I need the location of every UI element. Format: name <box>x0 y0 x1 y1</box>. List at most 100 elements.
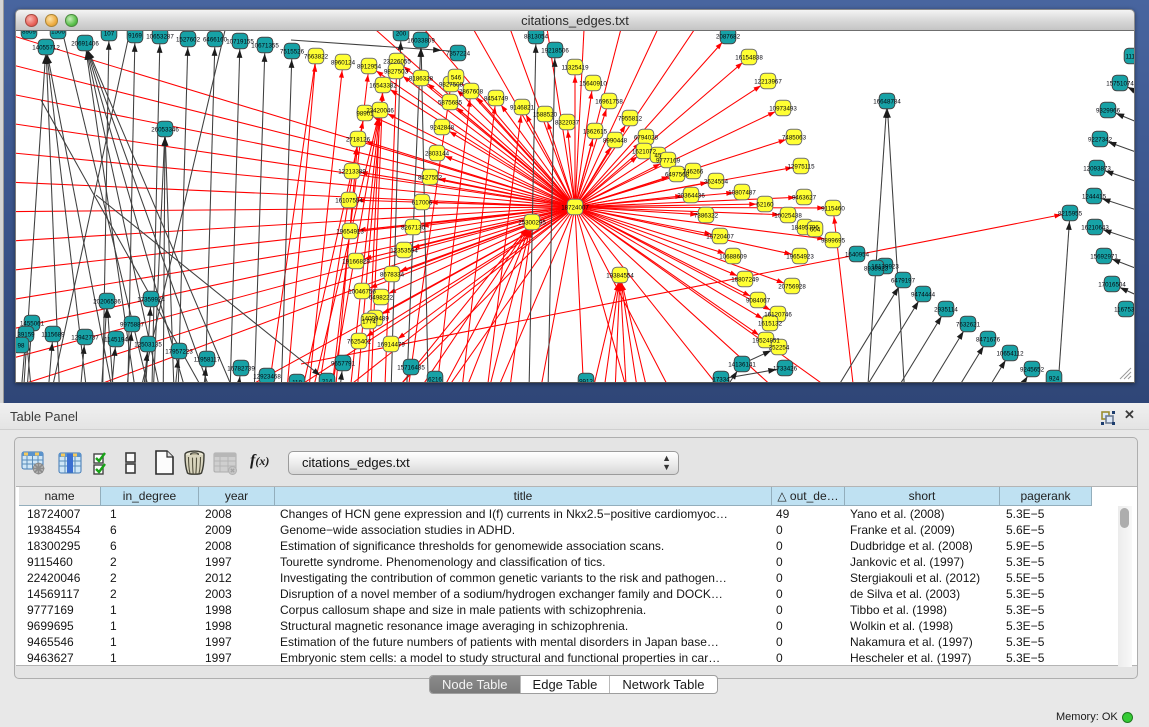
svg-text:16782739: 16782739 <box>227 366 255 373</box>
svg-text:6498222: 6498222 <box>369 295 394 302</box>
svg-text:9169: 9169 <box>128 33 142 40</box>
svg-text:10025438: 10025438 <box>774 213 802 220</box>
svg-text:1588520: 1588520 <box>533 112 558 119</box>
svg-text:7515526: 7515526 <box>280 49 305 56</box>
svg-text:1244415: 1244415 <box>1082 194 1107 201</box>
svg-text:7955812: 7955812 <box>618 116 643 123</box>
svg-text:1145194: 1145194 <box>104 337 128 344</box>
svg-text:19654923: 19654923 <box>786 254 814 261</box>
svg-text:20364436: 20364436 <box>677 193 705 200</box>
svg-text:8454749: 8454749 <box>484 96 509 103</box>
svg-text:16961758: 16961758 <box>595 99 623 106</box>
svg-text:12093873: 12093873 <box>1083 166 1111 173</box>
svg-text:7485063: 7485063 <box>782 135 807 142</box>
svg-text:12213967: 12213967 <box>754 79 782 86</box>
svg-text:15716485: 15716485 <box>397 365 425 372</box>
svg-text:12923468: 12923468 <box>253 374 281 381</box>
svg-text:8990448: 8990448 <box>603 138 628 145</box>
svg-text:10719155: 10719155 <box>226 39 254 46</box>
svg-text:62160: 62160 <box>756 202 774 209</box>
svg-text:10653287: 10653287 <box>146 34 174 41</box>
svg-text:1733426: 1733426 <box>773 366 798 373</box>
svg-text:10973493: 10973493 <box>769 106 797 113</box>
svg-text:10671355: 10671355 <box>251 43 279 50</box>
svg-text:8813054: 8813054 <box>524 34 549 41</box>
svg-text:8909: 8909 <box>22 31 36 36</box>
svg-text:8322037: 8322037 <box>555 120 580 127</box>
svg-text:6794028: 6794028 <box>634 135 659 142</box>
svg-text:8960124: 8960124 <box>331 60 356 67</box>
svg-text:1615132: 1615132 <box>758 321 783 328</box>
svg-text:6466160: 6466160 <box>203 37 228 44</box>
svg-text:1774: 1774 <box>362 319 376 326</box>
svg-text:6497568: 6497568 <box>665 172 690 179</box>
svg-text:6479197: 6479197 <box>891 278 916 285</box>
svg-text:252254: 252254 <box>769 345 790 352</box>
svg-text:7357224: 7357224 <box>446 51 471 58</box>
svg-text:18807249: 18807249 <box>731 277 759 284</box>
svg-text:546: 546 <box>451 75 462 82</box>
svg-text:25300295: 25300295 <box>518 220 546 227</box>
svg-text:19524851: 19524851 <box>752 338 780 345</box>
svg-text:1640954: 1640954 <box>845 252 870 259</box>
svg-text:1112: 1112 <box>1126 54 1134 61</box>
svg-text:16914479: 16914479 <box>377 342 405 349</box>
svg-text:118: 118 <box>292 380 302 382</box>
svg-text:1527602: 1527602 <box>176 37 201 44</box>
svg-text:12353594: 12353594 <box>390 248 418 255</box>
svg-text:9242848: 9242848 <box>430 125 455 132</box>
svg-text:9463627: 9463627 <box>792 195 817 202</box>
svg-text:14136141: 14136141 <box>728 362 756 369</box>
svg-text:15751074: 15751074 <box>1106 81 1134 88</box>
svg-text:15692971: 15692971 <box>1090 254 1118 261</box>
svg-text:16154838: 16154838 <box>735 55 763 62</box>
svg-text:17016504: 17016504 <box>1098 282 1126 289</box>
svg-text:2718126: 2718126 <box>346 137 371 144</box>
svg-text:23226055: 23226055 <box>383 59 411 66</box>
svg-text:19218506: 19218506 <box>541 48 569 55</box>
svg-text:10807487: 10807487 <box>728 190 756 197</box>
svg-text:8215955: 8215955 <box>1058 211 1083 218</box>
svg-text:98: 98 <box>18 343 25 350</box>
svg-text:26053346: 26053346 <box>151 127 179 134</box>
svg-text:9657791: 9657791 <box>331 361 356 368</box>
svg-text:7625402: 7625402 <box>347 339 372 346</box>
svg-text:12503135: 12503135 <box>134 342 162 349</box>
svg-text:16120746: 16120746 <box>764 312 792 319</box>
svg-text:1506: 1506 <box>51 31 65 36</box>
svg-text:107: 107 <box>104 31 115 38</box>
svg-text:2087682: 2087682 <box>716 34 741 41</box>
svg-text:16210643: 16210643 <box>1081 225 1109 232</box>
svg-text:20691406: 20691406 <box>71 41 99 48</box>
svg-text:10688609: 10688609 <box>719 254 747 261</box>
svg-text:617006: 617006 <box>412 200 433 207</box>
svg-text:7632621: 7632621 <box>956 322 981 329</box>
svg-text:3624554: 3624554 <box>704 179 729 186</box>
svg-text:8427552: 8427552 <box>418 175 443 182</box>
svg-text:39159: 39159 <box>17 332 35 339</box>
svg-text:9827503: 9827503 <box>384 69 409 76</box>
svg-text:9115460: 9115460 <box>821 206 845 213</box>
svg-text:9975887: 9975887 <box>120 322 145 329</box>
svg-text:8267130: 8267130 <box>401 225 426 232</box>
svg-text:20206536: 20206536 <box>93 299 121 306</box>
svg-text:200: 200 <box>396 31 407 38</box>
svg-text:15720407: 15720407 <box>706 234 734 241</box>
svg-text:9227342: 9227342 <box>1088 137 1113 144</box>
svg-text:1621072: 1621072 <box>632 149 657 156</box>
svg-text:2935114: 2935114 <box>934 307 958 314</box>
svg-text:9777169: 9777169 <box>656 158 681 165</box>
svg-text:20756928: 20756928 <box>778 284 806 291</box>
svg-text:8938923: 8938923 <box>864 266 889 273</box>
svg-text:1455061: 1455061 <box>20 321 45 328</box>
svg-text:98901: 98901 <box>356 111 374 118</box>
svg-text:9899695: 9899695 <box>821 238 846 245</box>
svg-text:214: 214 <box>322 379 333 382</box>
svg-text:9912: 9912 <box>579 379 593 382</box>
svg-text:19384554: 19384554 <box>606 273 634 280</box>
svg-text:16648784: 16648784 <box>873 99 901 106</box>
svg-text:6216: 6216 <box>428 377 442 382</box>
svg-text:19166829: 19166829 <box>342 259 370 266</box>
svg-text:2803144: 2803144 <box>425 151 450 158</box>
svg-text:604: 604 <box>810 227 821 234</box>
